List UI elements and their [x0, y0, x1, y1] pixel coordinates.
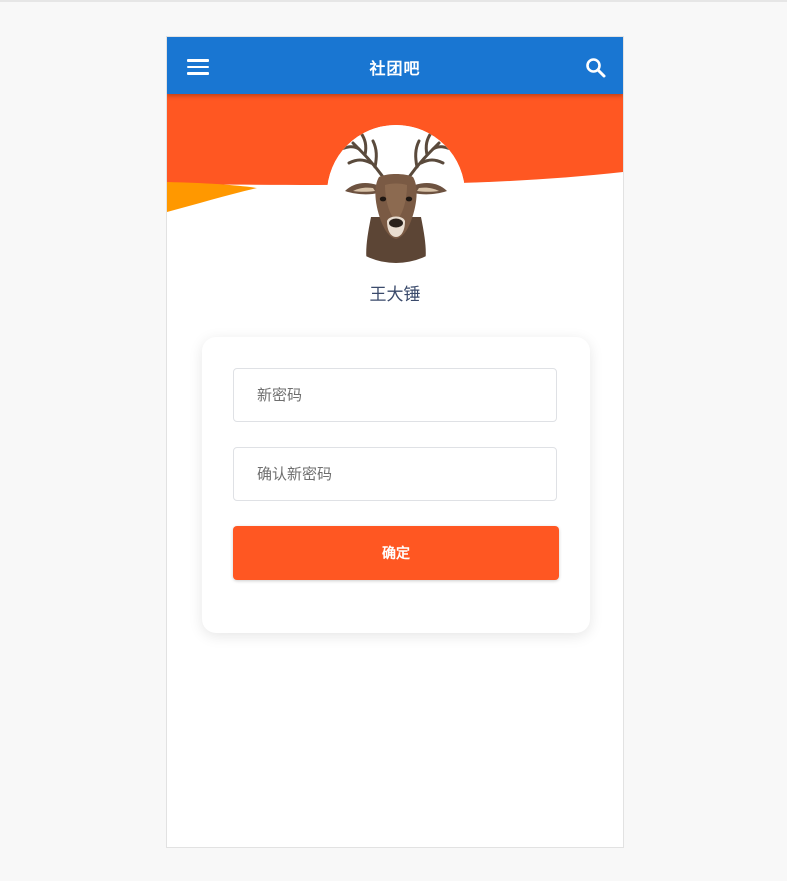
confirm-button[interactable]: 确定 [233, 526, 559, 580]
new-password-input[interactable] [234, 369, 556, 421]
search-icon[interactable] [585, 57, 607, 79]
new-password-field[interactable] [233, 368, 557, 422]
username: 王大锤 [369, 285, 421, 305]
window-top-border [0, 0, 787, 2]
deer-avatar[interactable] [327, 125, 465, 263]
app-screen: 社团吧 王大锤 确定 [167, 37, 623, 847]
app-title: 社团吧 [369, 59, 421, 78]
confirm-password-field[interactable] [233, 447, 557, 501]
change-password-card: 确定 [202, 337, 590, 633]
app-bar: 社团吧 [167, 37, 623, 94]
confirm-password-input[interactable] [234, 448, 556, 500]
